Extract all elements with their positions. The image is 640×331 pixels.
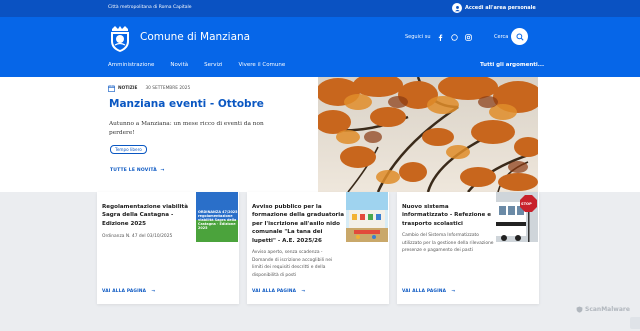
login-link[interactable]: Accedi all'area personale (452, 3, 536, 13)
facebook-icon[interactable] (436, 33, 444, 41)
hero-tag-chip[interactable]: Tempo libero (110, 145, 147, 154)
school-bus-image: STOP (496, 192, 538, 242)
ordinance-image-text: ORDINANZA 47/2025 regolamentazione viabi… (198, 210, 238, 230)
social-label: Seguici su (405, 34, 431, 40)
all-news-label: TUTTE LE NOVITÀ (110, 168, 157, 173)
nav-all-topics[interactable]: Tutti gli argomenti... (480, 62, 544, 68)
instagram-icon[interactable] (464, 33, 472, 41)
login-label: Accedi all'area personale (465, 5, 536, 11)
news-card[interactable]: Nuovo sistema informatizzato - Refezione… (397, 192, 539, 304)
hero-date: 30 SETTEMBRE 2025 (145, 86, 191, 91)
card-link-label: VAI ALLA PAGINA (402, 289, 447, 294)
watermark: ScanMalware (576, 306, 630, 313)
card-subtitle: Avviso aperto, senza scadenza - Domande … (252, 250, 333, 278)
calendar-icon (108, 85, 115, 92)
card-link[interactable]: VAI ALLA PAGINA → (402, 289, 455, 294)
region-link[interactable]: Città metropolitana di Roma Capitale (108, 5, 192, 10)
nav-item-vivere-il-comune[interactable]: Vivere il Comune (238, 62, 285, 68)
arrow-right-icon: → (147, 289, 156, 294)
arrow-right-icon: → (297, 289, 306, 294)
municipality-logo[interactable] (108, 25, 132, 53)
card-link-label: VAI ALLA PAGINA (102, 289, 147, 294)
nav-item-amministrazione[interactable]: Amministrazione (108, 62, 154, 68)
hero-category: NOTIZIE (118, 86, 138, 91)
search-icon (515, 32, 524, 41)
slim-header: Città metropolitana di Roma Capitale Acc… (0, 0, 640, 17)
whatsapp-icon[interactable] (450, 33, 458, 41)
news-card[interactable]: Avviso pubblico per la formazione della … (247, 192, 389, 304)
hero-description: Autunno a Manziana: un mese ricco di eve… (109, 121, 264, 136)
card-link[interactable]: VAI ALLA PAGINA → (252, 289, 305, 294)
user-icon (452, 3, 462, 13)
main-nav: Amministrazione Novità Servizi Vivere il… (108, 62, 301, 68)
card-link[interactable]: VAI ALLA PAGINA → (102, 289, 155, 294)
arrow-right-icon: → (158, 168, 165, 173)
main-header: Comune di Manziana Seguici su Cerca Ammi… (0, 17, 640, 77)
ordinance-image: ORDINANZA 47/2025 regolamentazione viabi… (196, 192, 238, 242)
arrow-right-icon: → (447, 289, 456, 294)
back-to-top-button[interactable] (630, 317, 640, 329)
nav-item-novita[interactable]: Novità (170, 62, 188, 68)
search-button[interactable] (511, 28, 528, 45)
stop-sign-text: STOP (521, 201, 532, 206)
card-title[interactable]: Avviso pubblico per la formazione della … (252, 203, 346, 245)
social-links: Seguici su (405, 33, 472, 41)
nursery-image (346, 192, 388, 242)
hero-image[interactable] (318, 77, 538, 192)
card-subtitle: Cambio del Sistema Informatizzato utiliz… (402, 233, 494, 253)
hero-content: NOTIZIE 30 SETTEMBRE 2025 Manziana event… (108, 77, 318, 192)
watermark-label: ScanMalware (585, 306, 630, 313)
shield-icon (576, 306, 583, 313)
nav-item-servizi[interactable]: Servizi (204, 62, 222, 68)
site-title[interactable]: Comune di Manziana (140, 31, 250, 43)
card-title[interactable]: Nuovo sistema informatizzato - Refezione… (402, 203, 496, 228)
news-card[interactable]: Regolamentazione viabilità Sagra della C… (97, 192, 239, 304)
hero-title[interactable]: Manziana eventi - Ottobre (109, 98, 264, 110)
card-title[interactable]: Regolamentazione viabilità Sagra della C… (102, 203, 196, 228)
all-news-link[interactable]: TUTTE LE NOVITÀ → (110, 168, 164, 173)
search-label[interactable]: Cerca (494, 34, 508, 40)
card-link-label: VAI ALLA PAGINA (252, 289, 297, 294)
hero-meta: NOTIZIE 30 SETTEMBRE 2025 (108, 85, 190, 92)
card-subtitle: Ordinanza N. 47 del 03/10/2025 (102, 234, 173, 239)
